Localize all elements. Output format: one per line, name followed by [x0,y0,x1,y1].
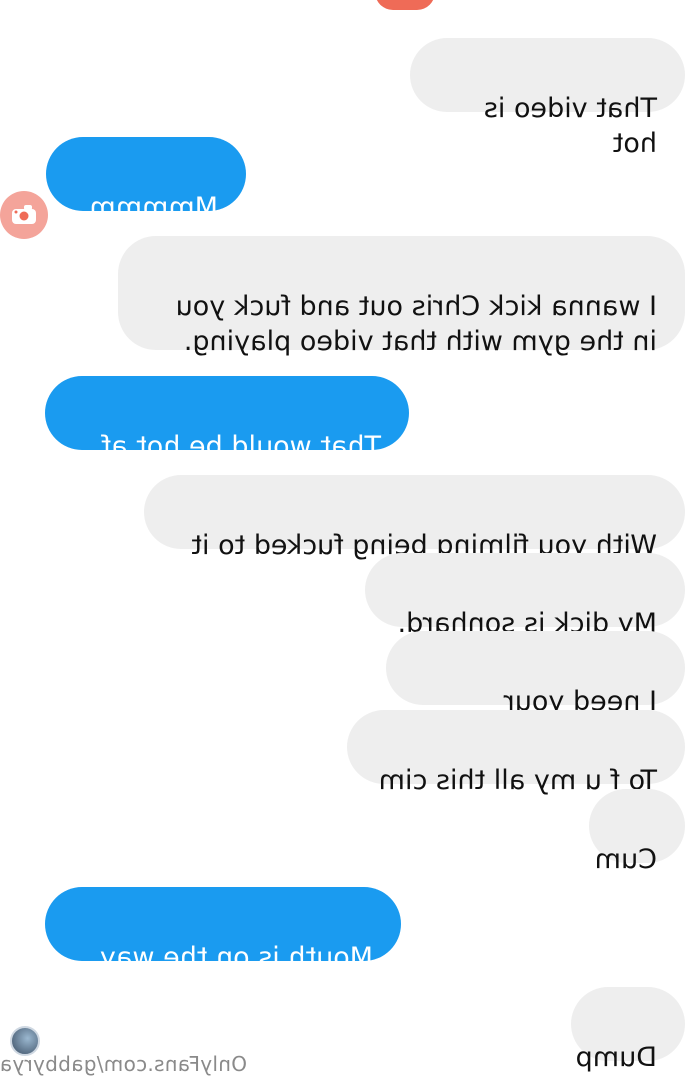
message-bubble-incoming[interactable]: I need your mouth [386,631,685,752]
message-bubble-incoming[interactable]: I wanna kick Chris out and fuck you in t… [118,236,685,357]
message-bubble-outgoing[interactable]: Mmmmm [46,137,246,223]
camera-icon[interactable] [0,191,48,239]
message-text: I wanna kick Chris out and fuck you in t… [175,291,657,357]
message-text: Cum [594,844,657,875]
previous-message-tail [375,0,435,10]
message-bubble-outgoing[interactable]: That would be hot af [45,376,409,462]
message-bubble-incoming[interactable]: My dick is sonhard. [365,553,685,639]
camera-glyph [12,205,36,224]
mirrored-conversation: That video is hot Mmmmm I wanna kick Chr… [0,0,685,1080]
message-bubble-incoming[interactable]: With you filming being fucked to it [144,475,685,561]
message-text: Mouth is on the way [99,942,373,973]
message-text: That video is hot [483,93,657,159]
message-bubble-outgoing[interactable]: Mouth is on the way [45,887,401,973]
message-bubble-incoming[interactable]: Dump [571,987,685,1073]
watermark-text: OnlyFans.com/gabbyryan [0,1052,247,1076]
message-text: That would be hot af [101,431,381,462]
message-text: Mmmmm [89,192,218,223]
message-bubble-incoming[interactable]: To f u my all this cim [347,710,685,796]
message-bubble-incoming[interactable]: That video is hot [410,38,685,159]
message-text: Dump [575,1042,657,1073]
message-bubble-incoming[interactable]: Cum [589,789,685,875]
chat-screen: That video is hot Mmmmm I wanna kick Chr… [0,0,685,1080]
